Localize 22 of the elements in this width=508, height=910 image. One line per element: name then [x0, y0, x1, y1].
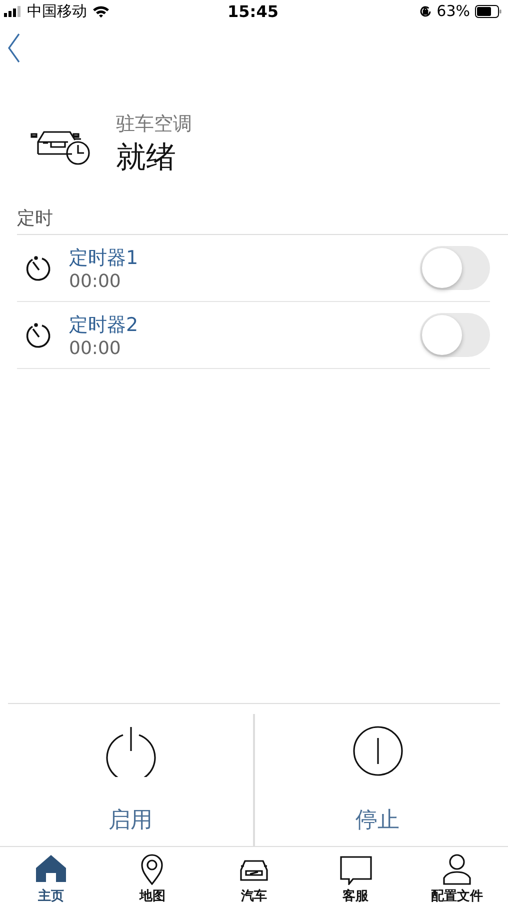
signal-icon — [4, 6, 22, 16]
section-label: 定时 — [17, 208, 53, 229]
battery-percent: 63% — [436, 2, 470, 20]
timer-time: 00:00 — [69, 338, 121, 358]
status-title: 就绪 — [116, 138, 176, 176]
home-icon — [34, 853, 67, 885]
clock-time: 15:45 — [228, 2, 278, 20]
rotation-lock-icon — [418, 4, 432, 18]
battery-icon — [475, 4, 502, 18]
chat-icon — [340, 853, 372, 885]
carrier-name: 中国移动 — [27, 2, 87, 20]
power-off-icon — [352, 725, 404, 777]
wifi-icon — [92, 4, 110, 18]
toggle-switch[interactable] — [420, 313, 490, 357]
person-icon — [441, 853, 474, 885]
feature-label: 驻车空调 — [116, 112, 192, 136]
timer-time: 00:00 — [69, 270, 121, 292]
back-icon[interactable] — [7, 33, 21, 63]
timer-name[interactable]: 定时器1 — [69, 244, 138, 270]
timer-name[interactable]: 定时器2 — [69, 312, 138, 338]
toggle-switch[interactable] — [420, 246, 490, 290]
power-icon — [104, 725, 156, 777]
